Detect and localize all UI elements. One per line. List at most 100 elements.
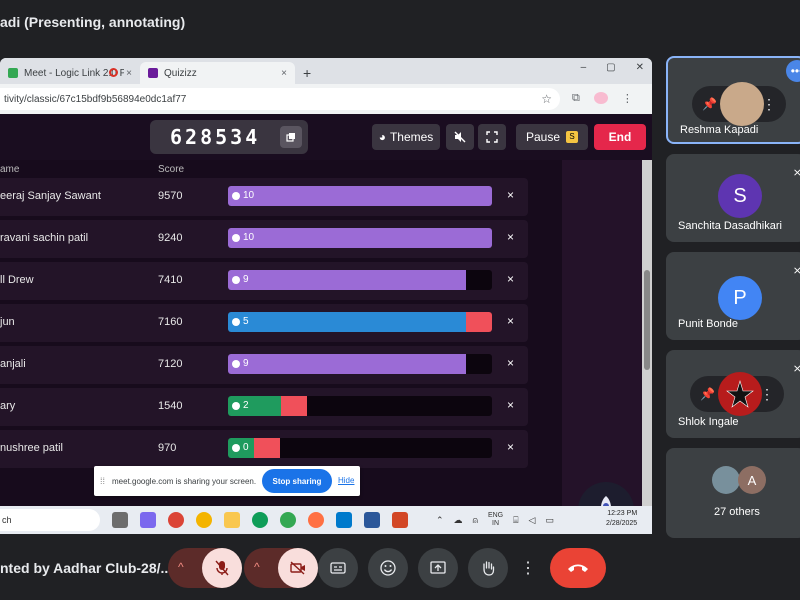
- chrome-icon[interactable]: [168, 512, 184, 528]
- language-indicator[interactable]: ENG IN: [488, 512, 503, 528]
- remove-player-icon[interactable]: ×: [507, 356, 514, 370]
- streak-icon: [232, 191, 240, 200]
- scrollbar-thumb[interactable]: [644, 270, 650, 370]
- chevron-up-icon[interactable]: ^: [254, 560, 260, 574]
- close-tab-icon[interactable]: ×: [126, 68, 132, 79]
- taskbar-search[interactable]: ch: [0, 509, 100, 531]
- progress-bar: 5: [228, 312, 492, 332]
- side-panel: [562, 160, 642, 534]
- teams-icon[interactable]: [140, 512, 156, 528]
- close-tab-icon[interactable]: ×: [281, 68, 287, 79]
- more-dots-icon[interactable]: •••: [786, 60, 800, 82]
- volume-icon[interactable]: ◁: [529, 515, 536, 526]
- leave-call-button[interactable]: [550, 548, 606, 588]
- drag-handle-icon[interactable]: ⁞⁞: [100, 476, 106, 486]
- notepad-icon[interactable]: [364, 512, 380, 528]
- participant-tile-sanchita[interactable]: ⨯ S Sanchita Dasadhikari: [666, 154, 800, 242]
- participant-tile-others[interactable]: A 27 others: [666, 448, 800, 538]
- participant-tile-punit[interactable]: ⨯ P Punit Bonde: [666, 252, 800, 340]
- onedrive-icon[interactable]: ☁: [454, 515, 463, 526]
- pin-icon[interactable]: 📌: [702, 97, 717, 111]
- tile-controls: 📌 ⋮: [692, 82, 786, 126]
- streak-count-text: 10: [243, 232, 255, 243]
- participant-tile-reshma[interactable]: 📌 ⋮ ••• Reshma Kapadi: [666, 56, 800, 144]
- remove-player-icon[interactable]: ×: [507, 188, 514, 202]
- remove-player-icon[interactable]: ×: [507, 440, 514, 454]
- themes-button[interactable]: ◕ Themes: [372, 124, 440, 150]
- remove-player-icon[interactable]: ×: [507, 314, 514, 328]
- lang-region: IN: [492, 520, 500, 527]
- edge-icon[interactable]: [252, 512, 268, 528]
- more-options-button[interactable]: ⋮: [516, 548, 540, 588]
- extensions-icon[interactable]: ⧉: [572, 92, 580, 105]
- captions-button[interactable]: [318, 548, 358, 588]
- maximize-icon[interactable]: ▢: [606, 62, 615, 73]
- fullscreen-button[interactable]: [478, 124, 506, 150]
- powerpoint-icon[interactable]: [392, 512, 408, 528]
- player-name: ary: [0, 400, 16, 412]
- column-header-score: Score: [158, 164, 185, 175]
- bookmark-star-icon[interactable]: ☆: [541, 92, 552, 106]
- camera-control[interactable]: ^: [244, 548, 318, 588]
- progress-bar: 10: [228, 228, 492, 248]
- mic-control[interactable]: ^: [168, 548, 242, 588]
- remove-player-icon[interactable]: ×: [507, 398, 514, 412]
- remove-player-icon[interactable]: ×: [507, 272, 514, 286]
- mic-icon[interactable]: ⍝: [473, 515, 478, 526]
- raise-hand-button[interactable]: [468, 548, 508, 588]
- avatar: P: [718, 276, 762, 320]
- address-field[interactable]: tivity/classic/67c15bdf9b56894e0dc1af77 …: [0, 88, 560, 110]
- tab-quizizz[interactable]: Quizizz ×: [140, 62, 295, 84]
- player-score: 9240: [158, 232, 183, 244]
- participant-tile-shlok[interactable]: ⨯ 📌 ⋮ Shlok Ingale: [666, 350, 800, 438]
- vscode-icon[interactable]: [336, 512, 352, 528]
- close-window-icon[interactable]: ✕: [636, 62, 644, 73]
- player-score: 7120: [158, 358, 183, 370]
- more-options-icon[interactable]: ⋮: [760, 386, 774, 403]
- incorrect-segment: [466, 312, 492, 332]
- progress-bar: 10: [228, 186, 492, 206]
- others-count: 27 others: [714, 506, 760, 518]
- chrome-alt-icon[interactable]: [280, 512, 296, 528]
- app-icon[interactable]: [308, 512, 324, 528]
- stop-sharing-button[interactable]: Stop sharing: [262, 469, 332, 493]
- present-button[interactable]: [418, 548, 458, 588]
- remove-player-icon[interactable]: ×: [507, 230, 514, 244]
- minimize-icon[interactable]: –: [581, 62, 587, 73]
- player-score: 7410: [158, 274, 183, 286]
- player-score: 1540: [158, 400, 183, 412]
- pause-button[interactable]: Pause S: [516, 124, 588, 150]
- battery-icon[interactable]: ▭: [545, 515, 554, 526]
- end-button[interactable]: End: [594, 124, 646, 150]
- streak-count: 10: [232, 190, 254, 201]
- file-explorer-icon[interactable]: [224, 512, 240, 528]
- mute-music-button[interactable]: [446, 124, 474, 150]
- page-scrollbar[interactable]: [642, 160, 652, 534]
- tab-meet[interactable]: Meet - Logic Link 2.0 Prese ×: [0, 62, 140, 84]
- correct-segment: [228, 312, 466, 332]
- task-view-icon[interactable]: [112, 512, 128, 528]
- chevron-up-icon[interactable]: ⌃: [436, 515, 444, 526]
- network-icon[interactable]: ⌸: [513, 515, 518, 526]
- copy-code-button[interactable]: [280, 126, 302, 148]
- star-emblem-icon: [726, 379, 754, 408]
- recording-icon: [109, 68, 118, 77]
- incorrect-segment: [254, 438, 280, 458]
- mic-toggle[interactable]: [202, 548, 242, 588]
- camera-toggle[interactable]: [278, 548, 318, 588]
- taskbar-clock[interactable]: 12:23 PM 2/28/2025: [606, 509, 637, 529]
- menu-dots-icon[interactable]: ⋮: [622, 92, 633, 105]
- hide-link[interactable]: Hide: [338, 476, 354, 485]
- chrome-profile-icon[interactable]: [196, 512, 212, 528]
- streak-icon: [232, 233, 240, 242]
- more-options-icon[interactable]: ⋮: [762, 96, 776, 113]
- player-name: ll Drew: [0, 274, 34, 286]
- chevron-up-icon[interactable]: ^: [178, 560, 184, 574]
- present-screen-icon: [430, 561, 446, 574]
- pin-icon[interactable]: 📌: [700, 387, 715, 401]
- profile-icon[interactable]: [593, 92, 608, 104]
- new-tab-button[interactable]: +: [303, 62, 311, 84]
- mute-icon: [454, 131, 466, 143]
- meeting-name: nted by Aadhar Club-28/...: [0, 560, 173, 576]
- reactions-button[interactable]: [368, 548, 408, 588]
